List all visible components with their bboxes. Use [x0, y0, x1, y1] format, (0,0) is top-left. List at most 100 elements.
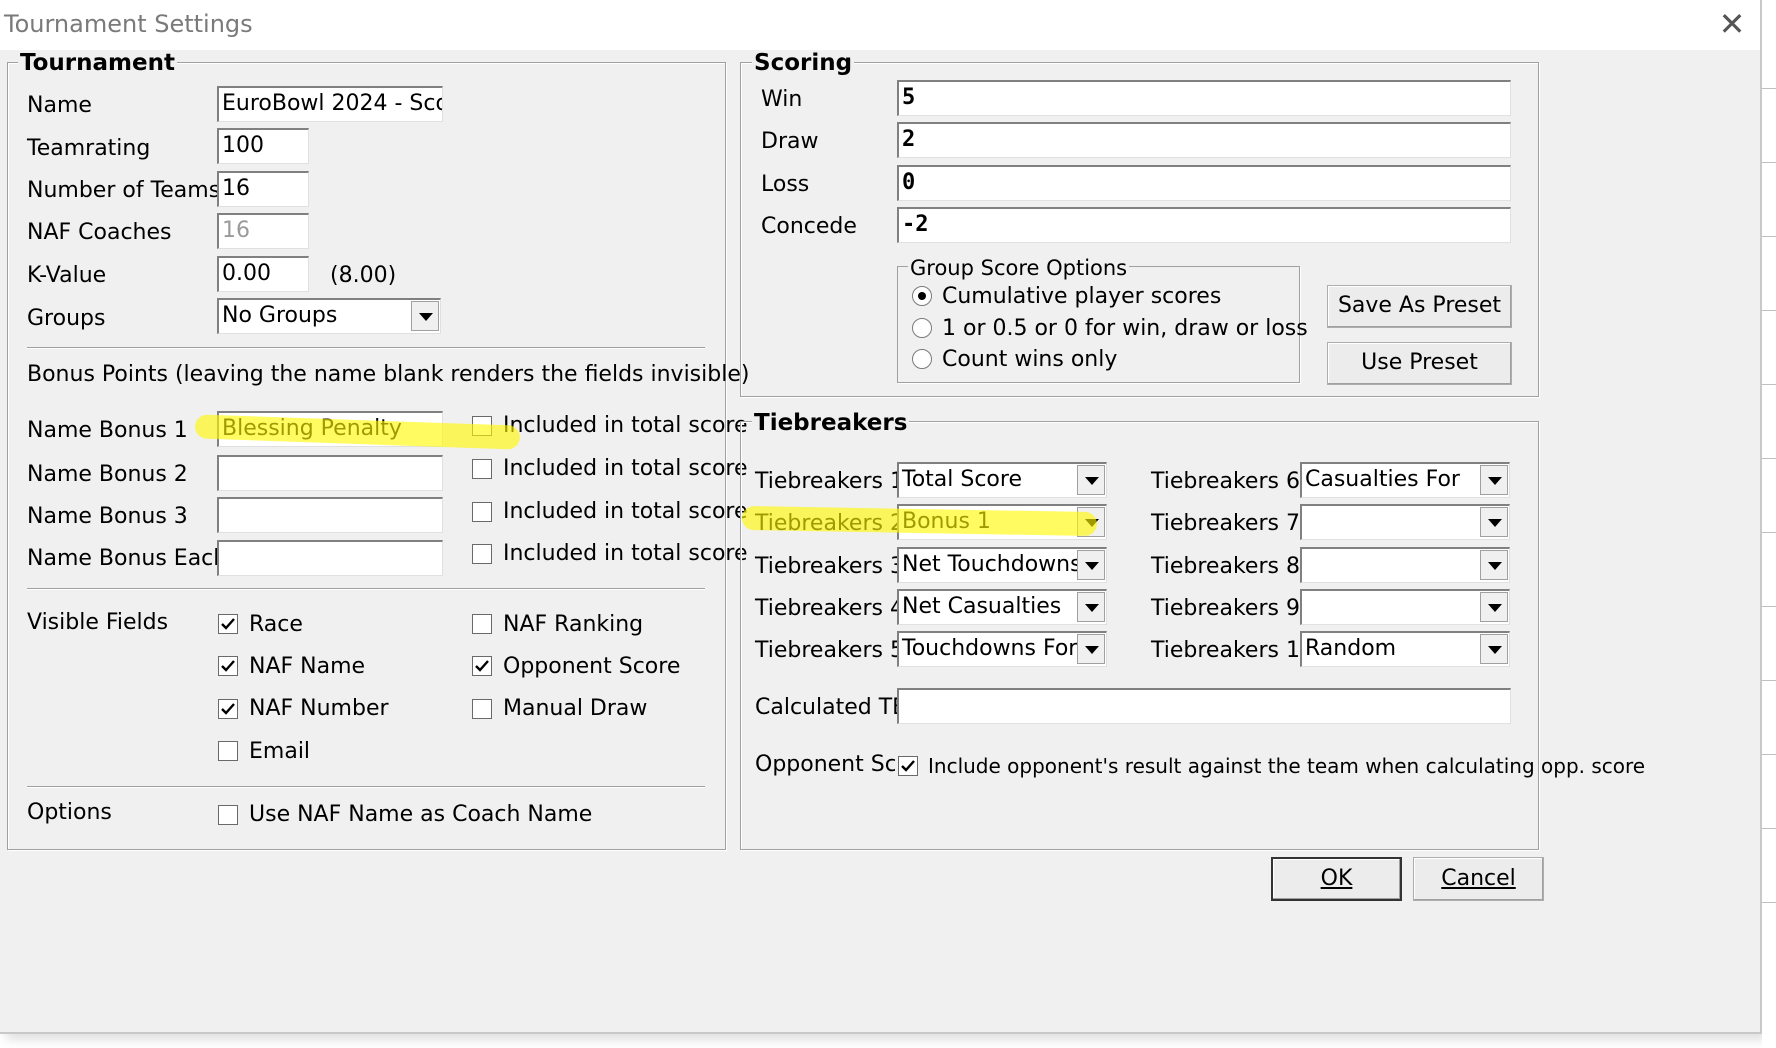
name-bonus-each-round-input[interactable] — [217, 540, 443, 576]
check-icon — [475, 660, 489, 672]
k-value-note: (8.00) — [330, 263, 397, 288]
opponent-score-checkbox[interactable] — [472, 656, 492, 676]
chevron-down-icon[interactable] — [1480, 507, 1508, 537]
tiebreakers-4-select[interactable]: Net Casualties — [897, 589, 1107, 625]
name-bonus-each-round-label: Name Bonus Each Round — [27, 546, 217, 571]
tiebreakers-6-select[interactable]: Casualties For — [1300, 462, 1510, 498]
groups-label: Groups — [27, 306, 106, 331]
cancel-button[interactable]: Cancel — [1413, 857, 1544, 901]
separator — [27, 786, 705, 787]
radio-cumulative[interactable] — [912, 286, 932, 306]
radio-win-draw-loss-label: 1 or 0.5 or 0 for win, draw or loss — [942, 316, 1308, 341]
loss-input[interactable]: 0 — [897, 165, 1511, 201]
title-bar[interactable]: Tournament Settings ✕ — [0, 0, 1760, 50]
naf-number-checkbox[interactable] — [218, 699, 238, 719]
tiebreakers-7-select[interactable] — [1300, 504, 1510, 540]
chevron-down-icon[interactable] — [1480, 465, 1508, 495]
separator — [27, 347, 705, 348]
loss-label: Loss — [761, 172, 810, 197]
groups-select-value: No Groups — [222, 303, 338, 328]
name-bonus-3-label: Name Bonus 3 — [27, 504, 188, 529]
email-checkbox[interactable] — [218, 741, 238, 761]
name-bonus-3-input[interactable] — [217, 497, 443, 533]
bonus-points-header: Bonus Points (leaving the name blank ren… — [27, 362, 750, 387]
cancel-button-label: Cancel — [1441, 866, 1516, 891]
chevron-down-icon[interactable] — [1480, 634, 1508, 664]
scoring-group-title: Scoring — [752, 50, 855, 76]
naf-name-label: NAF Name — [249, 654, 366, 679]
include-opponent-result-label: Include opponent's result against the te… — [928, 754, 1646, 778]
radio-count-wins-label: Count wins only — [942, 347, 1118, 372]
name-bonus-2-label: Name Bonus 2 — [27, 462, 188, 487]
chevron-down-icon[interactable] — [1077, 465, 1105, 495]
tiebreakers-8-select[interactable] — [1300, 547, 1510, 583]
tiebreakers-3-select[interactable]: Net Touchdowns — [897, 547, 1107, 583]
radio-cumulative-label: Cumulative player scores — [942, 284, 1222, 309]
concede-label: Concede — [761, 214, 857, 239]
number-of-teams-input[interactable]: 16 — [217, 171, 309, 207]
chevron-down-icon[interactable] — [1480, 592, 1508, 622]
tiebreakers-4-label: Tiebreakers 4 — [755, 596, 904, 621]
chevron-down-icon[interactable] — [411, 301, 439, 331]
use-preset-button[interactable]: Use Preset — [1327, 342, 1512, 385]
name-bonus-2-input[interactable] — [217, 455, 443, 491]
draw-input[interactable]: 2 — [897, 122, 1511, 158]
bonus-each-round-included-label: Included in total score — [503, 541, 748, 566]
tiebreakers-10-select[interactable]: Random — [1300, 631, 1510, 667]
group-score-options-title: Group Score Options — [908, 256, 1130, 280]
bonus-3-included-label: Included in total score — [503, 499, 748, 524]
naf-ranking-checkbox[interactable] — [472, 614, 492, 634]
bonus-each-round-included-checkbox[interactable] — [472, 544, 492, 564]
window-title: Tournament Settings — [4, 10, 253, 38]
race-checkbox[interactable] — [218, 614, 238, 634]
naf-name-checkbox[interactable] — [218, 656, 238, 676]
check-icon — [901, 760, 915, 772]
email-label: Email — [249, 739, 311, 764]
name-input[interactable]: EuroBowl 2024 - Scoring — [217, 86, 443, 122]
tiebreakers-3-label: Tiebreakers 3 — [755, 554, 904, 579]
name-label: Name — [27, 93, 92, 118]
groups-select[interactable]: No Groups — [217, 298, 441, 334]
bonus-3-included-checkbox[interactable] — [472, 502, 492, 522]
k-value-input[interactable]: 0.00 — [217, 256, 309, 292]
chevron-down-icon[interactable] — [1480, 550, 1508, 580]
include-opponent-result-checkbox[interactable] — [898, 756, 918, 776]
teamrating-input[interactable]: 100 — [217, 128, 309, 164]
manual-draw-checkbox[interactable] — [472, 699, 492, 719]
chevron-down-icon[interactable] — [1077, 592, 1105, 622]
ok-button[interactable]: OK — [1271, 857, 1402, 901]
save-as-preset-button[interactable]: Save As Preset — [1327, 285, 1512, 328]
race-label: Race — [249, 612, 303, 637]
close-icon[interactable]: ✕ — [1710, 4, 1754, 44]
tiebreakers-7-label: Tiebreakers 7 — [1151, 511, 1300, 536]
tiebreakers-1-select[interactable]: Total Score — [897, 462, 1107, 498]
concede-input[interactable]: -2 — [897, 207, 1511, 243]
name-bonus-1-label: Name Bonus 1 — [27, 418, 188, 443]
teamrating-label: Teamrating — [27, 136, 151, 161]
use-naf-name-checkbox[interactable] — [218, 805, 238, 825]
background-strip — [1762, 0, 1776, 1048]
tiebreakers-3-value: Net Touchdowns — [902, 552, 1082, 577]
check-icon — [221, 660, 235, 672]
radio-win-draw-loss[interactable] — [912, 318, 932, 338]
bonus-2-included-label: Included in total score — [503, 456, 748, 481]
bonus-1-included-label: Included in total score — [503, 413, 748, 438]
bonus-2-included-checkbox[interactable] — [472, 459, 492, 479]
chevron-down-icon[interactable] — [1077, 634, 1105, 664]
tiebreakers-9-select[interactable] — [1300, 589, 1510, 625]
tiebreakers-8-label: Tiebreakers 8 — [1151, 554, 1300, 579]
number-of-teams-label: Number of Teams — [27, 178, 221, 203]
tiebreakers-10-value: Random — [1305, 636, 1397, 661]
naf-ranking-label: NAF Ranking — [503, 612, 644, 637]
calculated-tb-input[interactable] — [897, 688, 1511, 724]
chevron-down-icon[interactable] — [1077, 550, 1105, 580]
tiebreakers-5-select[interactable]: Touchdowns For — [897, 631, 1107, 667]
tiebreakers-10-label: Tiebreakers 10 — [1151, 638, 1314, 663]
radio-count-wins[interactable] — [912, 349, 932, 369]
tournament-settings-dialog: Tournament Settings ✕ Tournament Name Eu… — [0, 0, 1762, 1034]
naf-coaches-input: 16 — [217, 213, 309, 249]
tiebreakers-4-value: Net Casualties — [902, 594, 1062, 619]
tiebreakers-5-value: Touchdowns For — [902, 636, 1078, 661]
win-input[interactable]: 5 — [897, 80, 1511, 116]
check-icon — [221, 703, 235, 715]
